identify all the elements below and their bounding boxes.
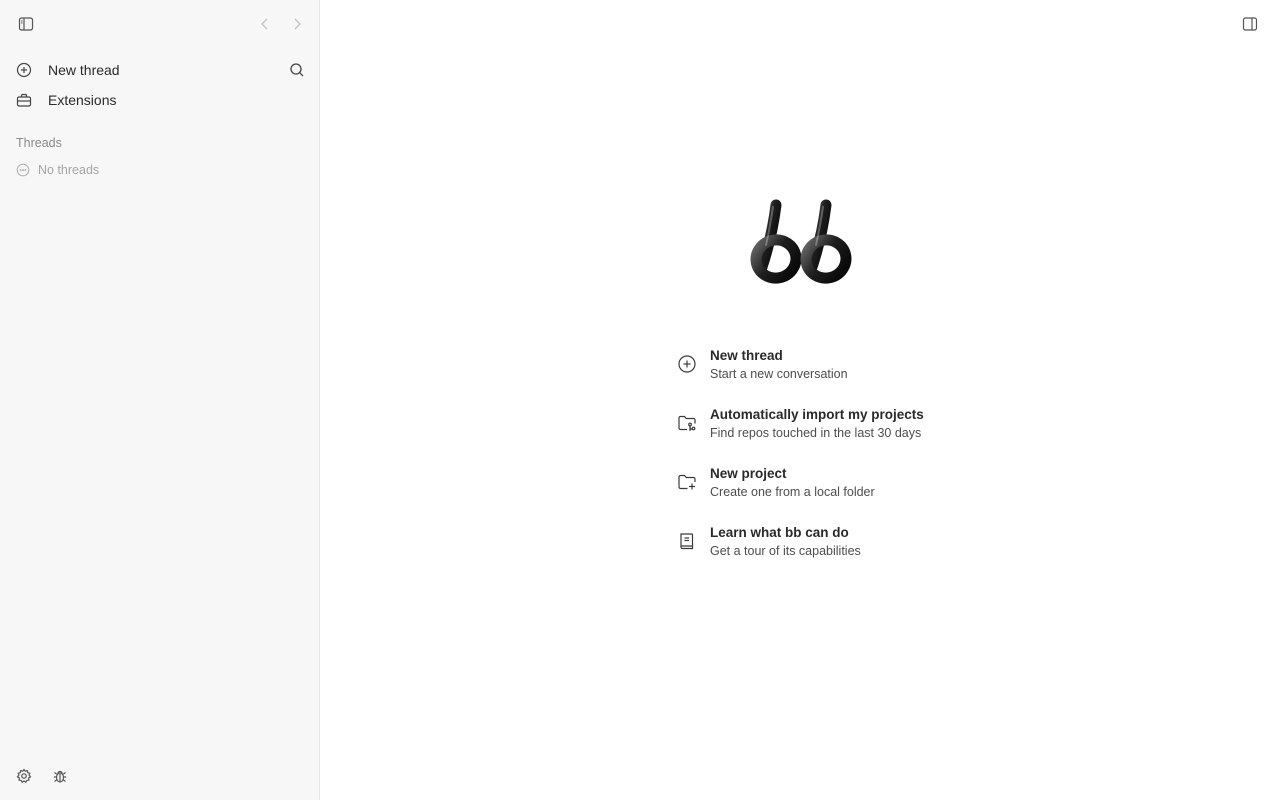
action-subtitle: Create one from a local folder [710,485,875,499]
import-projects-action[interactable]: Automatically import my projects Find re… [676,405,976,464]
learn-bb-action[interactable]: Learn what bb can do Get a tour of its c… [676,523,976,582]
main-panel: New thread Start a new conversation Auto… [320,0,1280,800]
action-title: New project [710,466,787,481]
action-title: New thread [710,348,783,363]
plus-circle-icon [676,353,698,375]
sidebar-item-extensions[interactable]: Extensions [8,86,312,114]
app-window: New thread Extensions Threads No threads… [0,0,1280,800]
threads-empty-state: No threads [16,161,99,179]
sidebar: New thread Extensions Threads No threads [0,0,320,800]
action-subtitle: Find repos touched in the last 30 days [710,426,922,440]
chevron-left-icon[interactable] [253,12,277,36]
bug-icon[interactable] [48,764,72,788]
action-title: Automatically import my projects [710,407,924,422]
sidebar-item-label: Extensions [48,92,117,108]
sidebar-toggle-icon[interactable] [14,12,38,36]
folder-git-icon [676,412,698,434]
toolbox-icon [16,92,32,108]
new-thread-action[interactable]: New thread Start a new conversation [676,346,976,405]
right-panel-toggle-icon[interactable] [1238,12,1262,36]
gear-icon[interactable] [12,764,36,788]
action-subtitle: Get a tour of its capabilities [710,544,861,558]
sidebar-item-new-thread[interactable]: New thread [8,56,312,84]
chat-bubble-icon [16,163,30,177]
bb-logo-icon [746,197,856,287]
action-title: Learn what bb can do [710,525,849,540]
chevron-right-icon[interactable] [285,12,309,36]
plus-circle-icon [16,62,32,78]
sidebar-item-label: New thread [48,62,120,78]
threads-section-label: Threads [16,136,62,150]
search-icon[interactable] [285,58,309,82]
new-project-action[interactable]: New project Create one from a local fold… [676,464,976,523]
quick-actions: New thread Start a new conversation Auto… [676,346,976,582]
folder-plus-icon [676,471,698,493]
action-subtitle: Start a new conversation [710,367,848,381]
threads-empty-label: No threads [38,163,100,177]
book-icon [676,530,698,552]
